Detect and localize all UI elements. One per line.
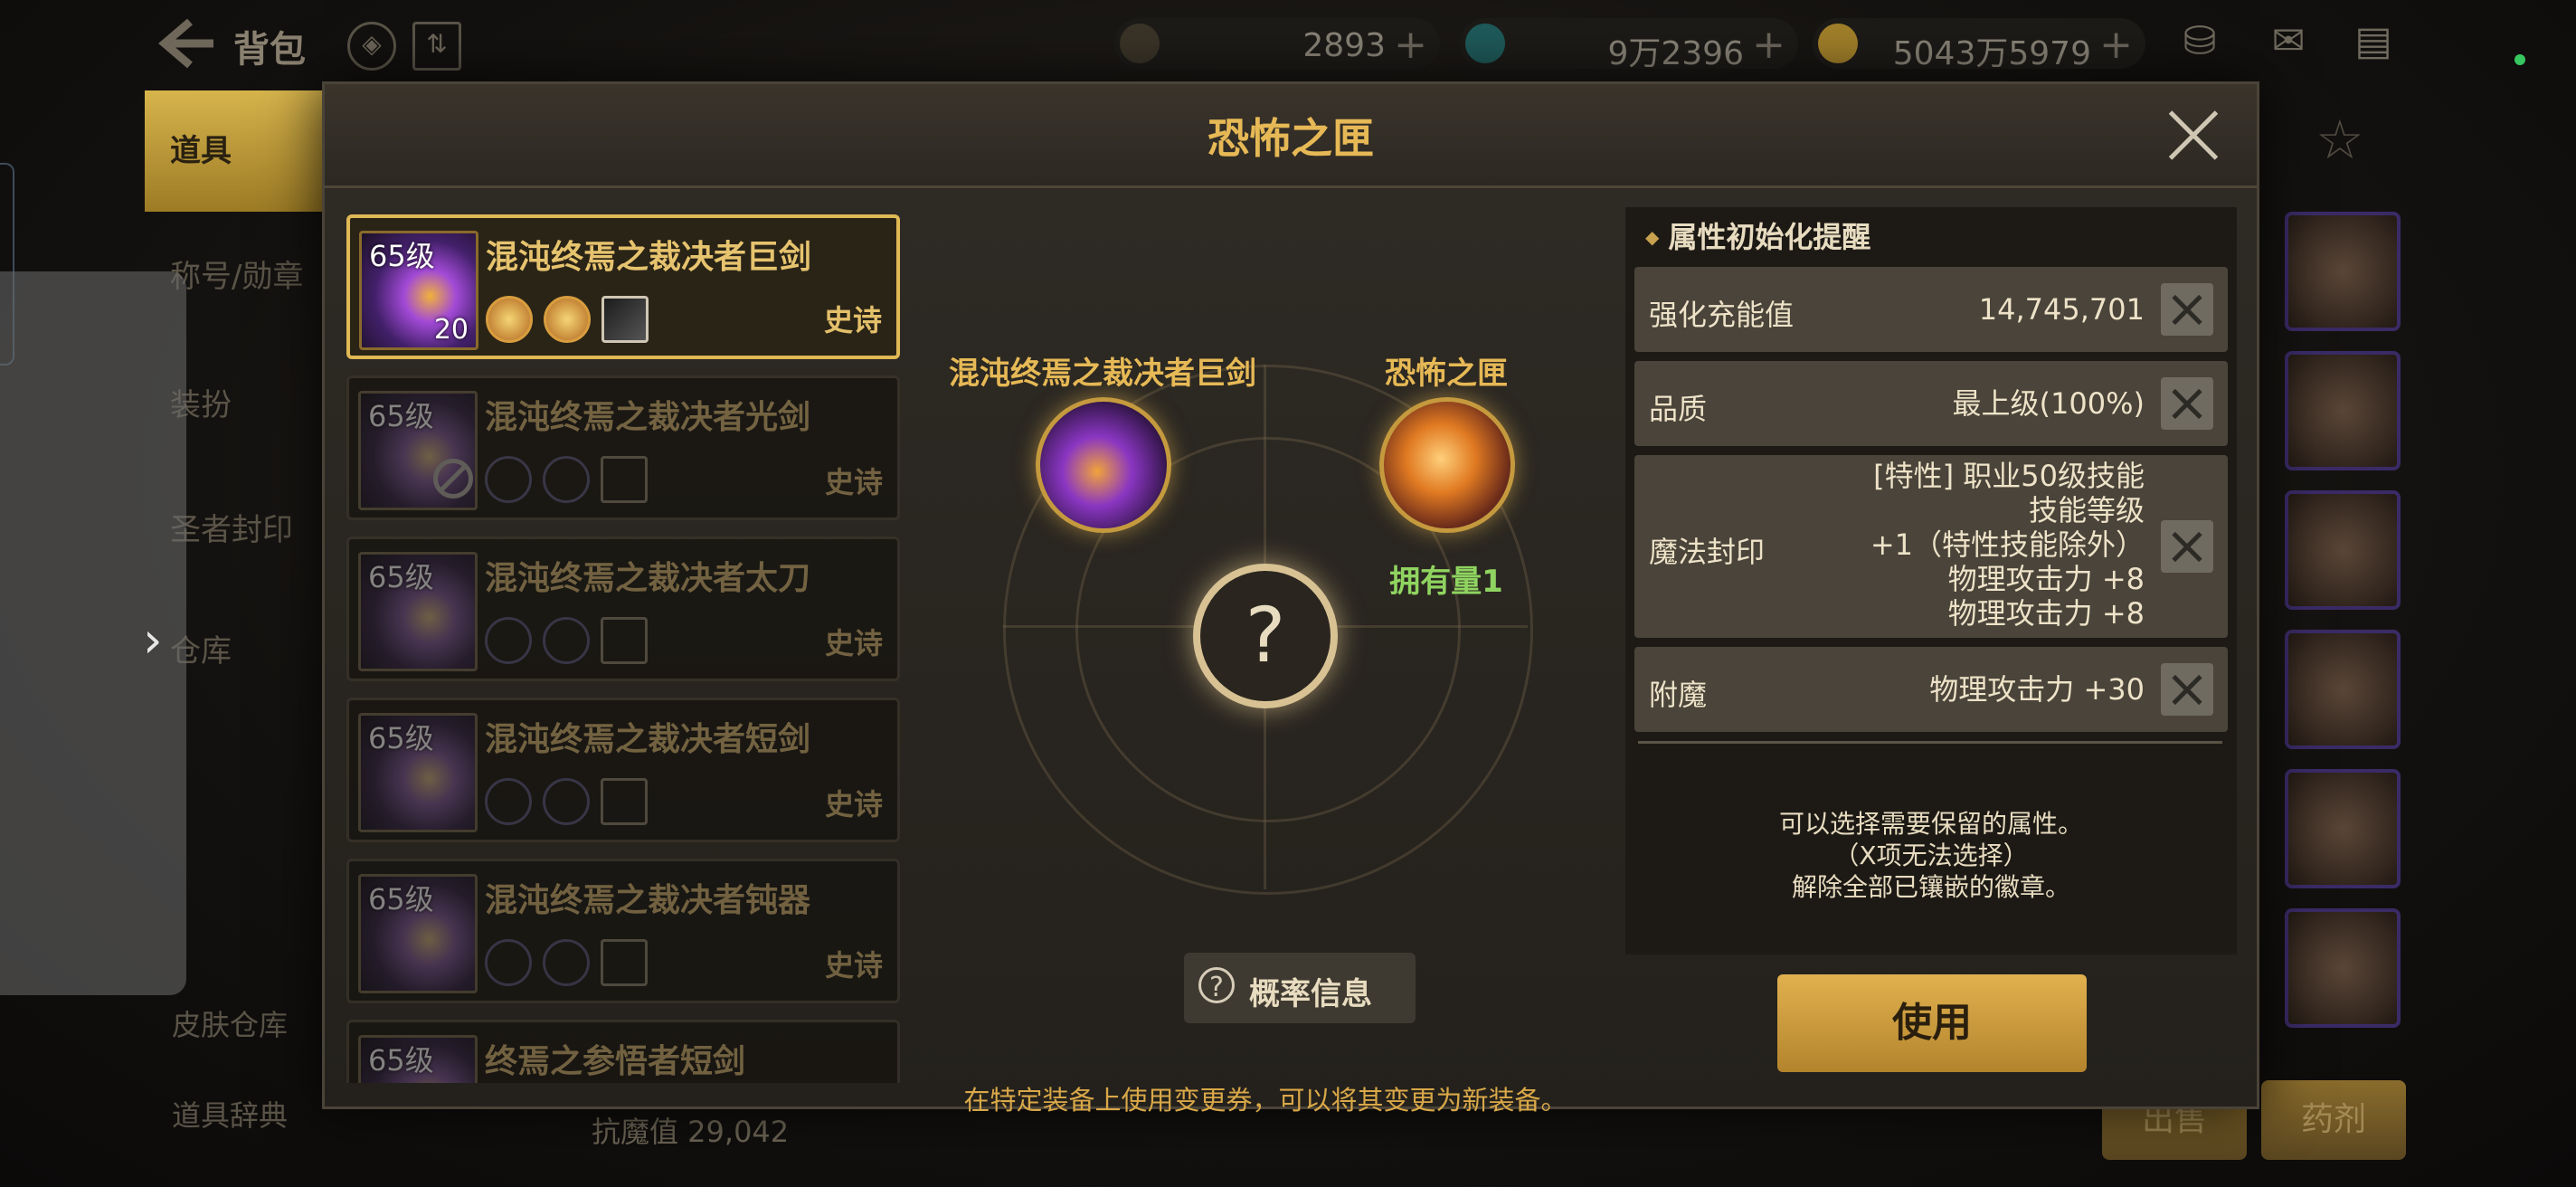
- item-dictionary-link[interactable]: 道具辞典: [172, 1093, 288, 1135]
- owned-count: 拥有量1: [1389, 564, 1503, 600]
- crystal-icon: [1465, 24, 1505, 63]
- empty-socket-icon: [543, 617, 590, 664]
- attr-row-quality: 品质 最上级(100%): [1634, 361, 2228, 446]
- empty-socket-icon: [543, 939, 590, 986]
- use-button[interactable]: 使用: [1777, 974, 2087, 1072]
- sort-icon[interactable]: ⇅: [412, 22, 461, 71]
- terror-box-orb-icon[interactable]: [1379, 397, 1515, 533]
- emblem-socket-icon: [486, 296, 533, 343]
- list-item[interactable]: 65级 混沌终焉之裁决者光剑 史诗: [346, 375, 900, 520]
- probability-info-button[interactable]: ? 概率信息: [1184, 953, 1416, 1023]
- divider: [1638, 741, 2222, 744]
- empty-socket-icon: [543, 778, 590, 825]
- emblem-socket-icon: [544, 296, 591, 343]
- currency-gold: 5043万5979 +: [1813, 18, 2145, 72]
- box-label: 恐怖之匣: [1385, 356, 1508, 392]
- attr-row-magic-seal: 魔法封印 [特性] 职业50级技能 技能等级 +1（特性技能除外） 物理攻击力 …: [1634, 455, 2228, 638]
- help-icon: ?: [1198, 967, 1235, 1003]
- empty-socket-icon: [601, 778, 648, 825]
- grid-slot[interactable]: [2285, 630, 2401, 749]
- empty-socket-icon: [543, 456, 590, 503]
- favorite-star-icon[interactable]: ☆: [2316, 109, 2364, 172]
- currency-moon: 2893 +: [1114, 18, 1440, 69]
- filter-icon[interactable]: ◈: [347, 22, 396, 71]
- grid-slot[interactable]: [2285, 212, 2401, 331]
- empty-socket-icon: [601, 617, 648, 664]
- tab-seal[interactable]: 圣者封印: [170, 505, 293, 549]
- question-mark-icon: ?: [1245, 591, 1286, 679]
- back-arrow-icon[interactable]: [154, 16, 217, 71]
- chevron-right-icon[interactable]: ›: [143, 612, 163, 669]
- close-icon[interactable]: [2164, 106, 2222, 164]
- list-item[interactable]: 65级 混沌终焉之裁决者短剑 史诗: [346, 698, 900, 842]
- gold-coin-icon: [1818, 24, 1858, 63]
- attr-disabled-x-icon[interactable]: [2161, 520, 2213, 573]
- chat-icon[interactable]: ▤: [2344, 18, 2402, 69]
- greatsword-orb-icon[interactable]: [1036, 397, 1171, 533]
- shortsword-thumbnail: 65级: [358, 1035, 478, 1083]
- list-item[interactable]: 65级 混沌终焉之裁决者钝器 史诗: [346, 859, 900, 1003]
- platinum-socket-icon: [601, 296, 649, 343]
- greatsword-thumbnail: 65级 20: [359, 231, 478, 350]
- mail-icon[interactable]: ✉: [2259, 18, 2317, 69]
- list-item[interactable]: 65级 混沌终焉之裁决者太刀 史诗: [346, 537, 900, 681]
- add-moon-icon[interactable]: +: [1394, 22, 1427, 68]
- bag-icon[interactable]: ⛁: [2171, 18, 2229, 69]
- list-item[interactable]: 65级 20 混沌终焉之裁决者巨剑 史诗: [346, 214, 900, 359]
- empty-socket-icon: [485, 778, 532, 825]
- dialog-header: 恐怖之匣: [325, 84, 2257, 188]
- transmute-area: 混沌终焉之裁决者巨剑 恐怖之匣 拥有量1 ? ? 概率信息 在特定装备上使用变更…: [922, 211, 1609, 1116]
- attr-row-enchant: 附魔 物理攻击力 +30: [1634, 647, 2228, 732]
- add-crystal-icon[interactable]: +: [1752, 22, 1785, 68]
- attr-disabled-x-icon[interactable]: [2161, 377, 2213, 430]
- add-gold-icon[interactable]: +: [2099, 22, 2133, 68]
- terror-box-dialog: 恐怖之匣 65级 20 混沌终焉之裁决者巨剑 史诗 65级 混沌终焉之裁决者光剑…: [322, 81, 2259, 1116]
- empty-socket-icon: [601, 456, 648, 503]
- empty-socket-icon: [485, 939, 532, 986]
- top-bar: 背包 ◈ ⇅ 2893 + 9万2396 + 5043万5979 + ⛁ ✉ ▤: [0, 0, 2576, 90]
- dialog-title: 恐怖之匣: [1208, 114, 1374, 163]
- list-item[interactable]: 65级 终焉之参悟者短剑: [346, 1020, 900, 1083]
- anti-magic-stat: 抗魔值 29,042: [592, 1115, 790, 1149]
- result-slot: ?: [1193, 564, 1338, 708]
- equipment-list[interactable]: 65级 20 混沌终焉之裁决者巨剑 史诗 65级 混沌终焉之裁决者光剑 史诗 6…: [346, 214, 900, 1083]
- tip-text: 在特定装备上使用变更券，可以将其变更为新装备。: [963, 1085, 1567, 1116]
- attribute-panel: 属性初始化提醒 强化充能值 14,745,701 品质 最上级(100%) 魔法…: [1625, 207, 2237, 954]
- grid-slot[interactable]: [2285, 351, 2401, 470]
- skin-storage-link[interactable]: 皮肤仓库: [172, 1002, 288, 1044]
- attribute-panel-title: 属性初始化提醒: [1645, 214, 1870, 256]
- bag-title: 背包: [233, 29, 306, 71]
- empty-socket-icon: [485, 617, 532, 664]
- status-dot: [2514, 54, 2525, 65]
- tab-titles[interactable]: 称号/勋章: [170, 252, 303, 296]
- grid-slot[interactable]: [2285, 908, 2401, 1028]
- grid-slot[interactable]: [2285, 769, 2401, 888]
- ban-icon: [433, 459, 473, 499]
- attr-disabled-x-icon[interactable]: [2161, 283, 2213, 336]
- potion-button[interactable]: 药剂: [2261, 1080, 2406, 1160]
- moon-coin-icon: [1120, 24, 1160, 63]
- shortsword-thumbnail: 65级: [358, 713, 478, 832]
- attr-row-reinforce: 强化充能值 14,745,701: [1634, 267, 2228, 352]
- katana-thumbnail: 65级: [358, 552, 478, 671]
- tab-items[interactable]: 道具: [145, 90, 326, 212]
- empty-socket-icon: [485, 456, 532, 503]
- attr-disabled-x-icon[interactable]: [2161, 663, 2213, 716]
- source-item-label: 混沌终焉之裁决者巨剑: [949, 356, 1256, 392]
- blunt-weapon-thumbnail: 65级: [358, 874, 478, 993]
- currency-crystal: 9万2396 +: [1460, 18, 1798, 72]
- attribute-note: 可以选择需要保留的属性。 （X项无法选择） 解除全部已镶嵌的徽章。: [1778, 809, 2083, 902]
- empty-socket-icon: [601, 939, 648, 986]
- grid-slot[interactable]: [2285, 490, 2401, 610]
- lightsaber-thumbnail: 65级: [358, 391, 478, 510]
